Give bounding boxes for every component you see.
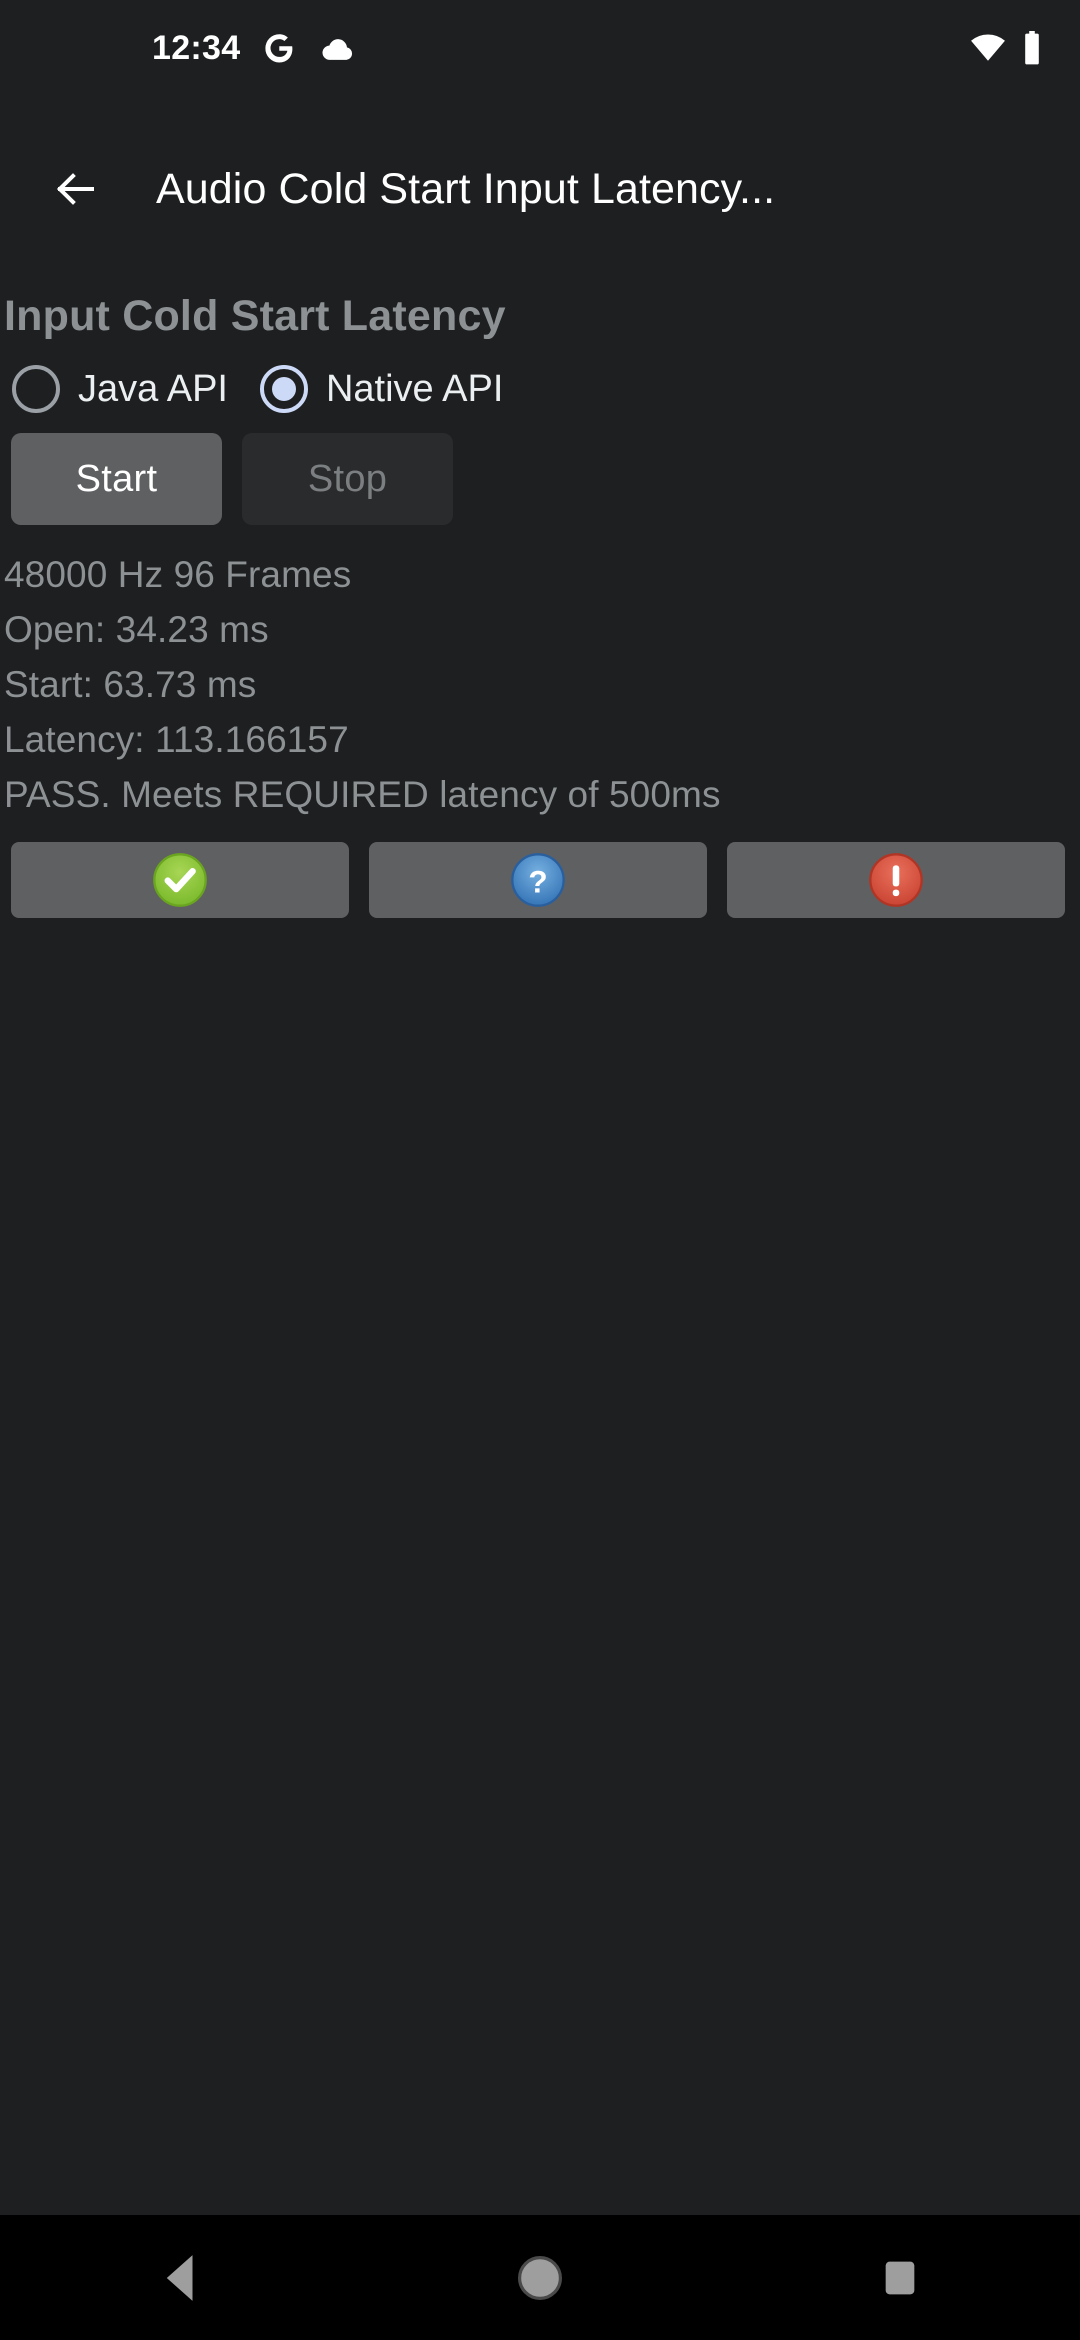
nav-home-button[interactable] [450,2215,630,2340]
page-title: Audio Cold Start Input Latency... [156,164,776,213]
nav-recents-button[interactable] [810,2215,990,2340]
pass-button[interactable] [11,842,349,918]
phone-screen: 12:34 Audio Cold Start Input Latency... … [0,0,1080,2340]
result-line-open: Open: 34.23 ms [4,609,269,650]
nav-back-icon [158,2253,202,2303]
radio-label-java-api: Java API [78,367,228,410]
status-bar-left: 12:34 [0,31,354,65]
radio-circle-unselected-icon [12,365,60,413]
result-line-verdict: PASS. Meets REQUIRED latency of 500ms [4,774,721,815]
radio-circle-selected-icon [259,365,308,413]
fail-button[interactable] [727,842,1065,918]
status-bar: 12:34 [0,0,1080,96]
nav-home-icon [516,2254,564,2302]
start-stop-button-row: Start Stop [0,413,1080,525]
api-radio-group: Java API Native API [0,341,1080,413]
back-button[interactable] [28,141,124,237]
stop-button: Stop [242,433,453,525]
result-line-latency: Latency: 113.166157 [4,719,349,760]
unknown-question-icon: ? [510,852,566,908]
svg-text:?: ? [528,863,547,899]
start-button[interactable]: Start [11,433,222,525]
battery-icon [1022,31,1042,65]
fail-exclamation-icon [868,852,924,908]
google-g-icon [262,31,296,65]
wifi-icon [970,34,1006,62]
nav-back-button[interactable] [90,2215,270,2340]
pass-check-icon [152,852,208,908]
nav-recents-icon [880,2258,920,2298]
radio-dot [271,377,296,401]
radio-option-java-api[interactable]: Java API [4,365,228,413]
result-line-start: Start: 63.73 ms [4,664,257,705]
app-bar: Audio Cold Start Input Latency... [0,96,1080,282]
verdict-button-row: ? [0,822,1080,918]
section-heading: Input Cold Start Latency [4,292,506,340]
main-content: Input Cold Start Latency Java API Native… [0,282,1080,918]
results-text-block: 48000 Hz 96 Frames Open: 34.23 ms Start:… [0,525,1080,822]
radio-label-native-api: Native API [325,367,504,410]
status-clock: 12:34 [152,29,241,67]
cloud-icon [318,35,354,61]
unknown-button[interactable]: ? [369,842,707,918]
status-bar-right [970,31,1042,65]
radio-option-native-api[interactable]: Native API [252,365,503,413]
android-navigation-bar [0,2215,1080,2340]
arrow-back-icon [52,165,100,213]
result-line-format: 48000 Hz 96 Frames [4,554,352,595]
